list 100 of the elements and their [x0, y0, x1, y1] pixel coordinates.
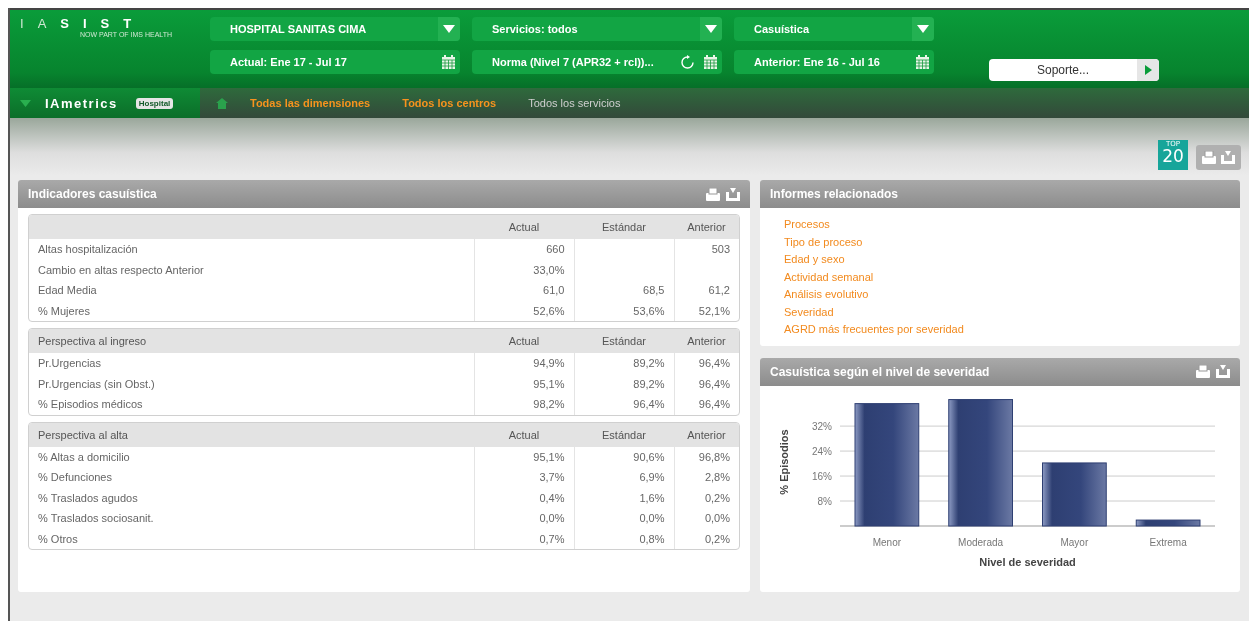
report-link[interactable]: Procesos — [784, 216, 1216, 233]
table-cell: 95,1% — [474, 446, 574, 467]
table-cell: % Mujeres — [29, 300, 474, 321]
download-icon[interactable] — [1216, 365, 1230, 378]
column-header: Anterior — [674, 215, 739, 239]
breadcrumb-link[interactable]: Todos los servicios — [512, 97, 637, 109]
table-cell: Altas hospitalización — [29, 239, 474, 260]
axis-tick-label: Extrema — [1149, 536, 1187, 548]
table-cell: 94,9% — [474, 353, 574, 374]
table-cell: Pr.Urgencias (sin Obst.) — [29, 373, 474, 394]
bar — [1135, 519, 1201, 526]
report-link[interactable]: AGRD más frecuentes por severidad — [784, 321, 1216, 338]
column-header: Actual — [474, 329, 574, 353]
selector-field[interactable]: Anterior: Ene 16 - Jul 16 — [734, 50, 934, 74]
logo-text: I A S I S T — [20, 16, 133, 31]
table-cell: 6,9% — [574, 467, 674, 488]
column-header: Estándar — [574, 215, 674, 239]
panel-title: Indicadores casuística — [28, 187, 157, 201]
breadcrumb-link[interactable]: Todas las dimensiones — [234, 97, 387, 109]
selector-field[interactable]: Norma (Nivel 7 (APR32 + rcl))... — [472, 50, 722, 74]
table-cell: 0,8% — [574, 528, 674, 549]
selector-field[interactable]: HOSPITAL SANITAS CIMA — [210, 17, 460, 41]
table-cell: 0,7% — [474, 528, 574, 549]
table-cell: % Episodios médicos — [29, 394, 474, 415]
table-cell: 660 — [474, 239, 574, 260]
table-cell: 96,4% — [674, 394, 739, 415]
table-cell: 89,2% — [574, 373, 674, 394]
table-cell: 96,4% — [674, 353, 739, 374]
table-cell: 0,2% — [674, 487, 739, 508]
axis-tick-label: Menor — [872, 536, 902, 548]
table-cell: 503 — [674, 239, 739, 260]
panel-title: Casuística según el nivel de severidad — [770, 364, 990, 379]
selector-field[interactable]: Servicios: todos — [472, 17, 722, 41]
table-cell: 61,0 — [474, 280, 574, 301]
breadcrumb-link[interactable]: Todos los centros — [386, 97, 513, 109]
table-cell: Edad Media — [29, 280, 474, 301]
report-link[interactable]: Severidad — [784, 303, 1216, 320]
table-cell: 90,6% — [574, 446, 674, 467]
axis-tick-label: Mayor — [1060, 536, 1089, 548]
table-cell: % Altas a domicilio — [29, 446, 474, 467]
table-cell: % Otros — [29, 528, 474, 549]
refresh-icon[interactable] — [680, 54, 695, 70]
app-badge: Hospital — [135, 97, 174, 109]
column-header: Actual — [474, 215, 574, 239]
axis-tick-label: Moderada — [958, 536, 1004, 548]
dropdown-icon[interactable] — [438, 17, 460, 41]
column-header: Perspectiva al ingreso — [29, 329, 474, 353]
calendar-icon[interactable] — [916, 55, 929, 69]
axis-tick-label: 8% — [817, 495, 832, 507]
table-cell: 0,2% — [674, 528, 739, 549]
table-cell: 52,1% — [674, 300, 739, 321]
dropdown-icon[interactable] — [912, 17, 934, 41]
table-cell: 52,6% — [474, 300, 574, 321]
table-cell: Cambio en altas respecto Anterior — [29, 259, 474, 280]
print-icon[interactable] — [1202, 151, 1216, 164]
axis-title: Nivel de severidad — [979, 555, 1076, 568]
axis-tick-label: 16% — [812, 470, 832, 482]
play-icon[interactable] — [1144, 65, 1152, 75]
column-header: Anterior — [674, 422, 739, 447]
table-cell: 96,4% — [674, 373, 739, 394]
axis-tick-label: 32% — [812, 420, 832, 432]
column-header: Actual — [474, 422, 574, 447]
table-cell: Pr.Urgencias — [29, 353, 474, 374]
table-cell: % Traslados agudos — [29, 487, 474, 508]
table-cell: 0,0% — [574, 508, 674, 529]
column-header: Estándar — [574, 422, 674, 447]
table-cell: 89,2% — [574, 353, 674, 374]
table-cell: 53,6% — [574, 300, 674, 321]
report-link[interactable]: Actividad semanal — [784, 268, 1216, 285]
download-icon[interactable] — [1221, 151, 1235, 164]
print-icon[interactable] — [706, 187, 720, 201]
calendar-icon[interactable] — [442, 55, 455, 69]
table-cell: 33,0% — [474, 259, 574, 280]
column-header: Estándar — [574, 329, 674, 353]
table-cell: 68,5 — [574, 280, 674, 301]
table-cell: 96,8% — [674, 446, 739, 467]
report-link[interactable]: Tipo de proceso — [784, 233, 1216, 250]
home-icon[interactable] — [216, 97, 228, 109]
selector-field[interactable]: Casuística — [734, 17, 934, 41]
axis-title: % Episodios — [778, 428, 790, 495]
dropdown-icon[interactable] — [20, 99, 31, 107]
bar — [1042, 461, 1107, 526]
report-link[interactable]: Análisis evolutivo — [784, 286, 1216, 303]
export-button[interactable] — [1196, 145, 1241, 170]
table-cell: 0,0% — [474, 508, 574, 529]
table-cell: 2,8% — [674, 467, 739, 488]
table-cell: 0,0% — [674, 508, 739, 529]
support-button[interactable]: Soporte... — [989, 59, 1159, 81]
table-cell: % Defunciones — [29, 467, 474, 488]
table-cell: % Traslados sociosanit. — [29, 508, 474, 529]
report-link[interactable]: Edad y sexo — [784, 251, 1216, 268]
table-cell: 95,1% — [474, 373, 574, 394]
print-icon[interactable] — [1196, 365, 1210, 378]
table-cell: 98,2% — [474, 394, 574, 415]
selector-field[interactable]: Actual: Ene 17 - Jul 17 — [210, 50, 460, 74]
column-header: Perspectiva al alta — [29, 422, 474, 447]
download-icon[interactable] — [726, 187, 740, 201]
calendar-icon[interactable] — [704, 55, 717, 69]
table-cell: 0,4% — [474, 487, 574, 508]
dropdown-icon[interactable] — [700, 17, 722, 41]
